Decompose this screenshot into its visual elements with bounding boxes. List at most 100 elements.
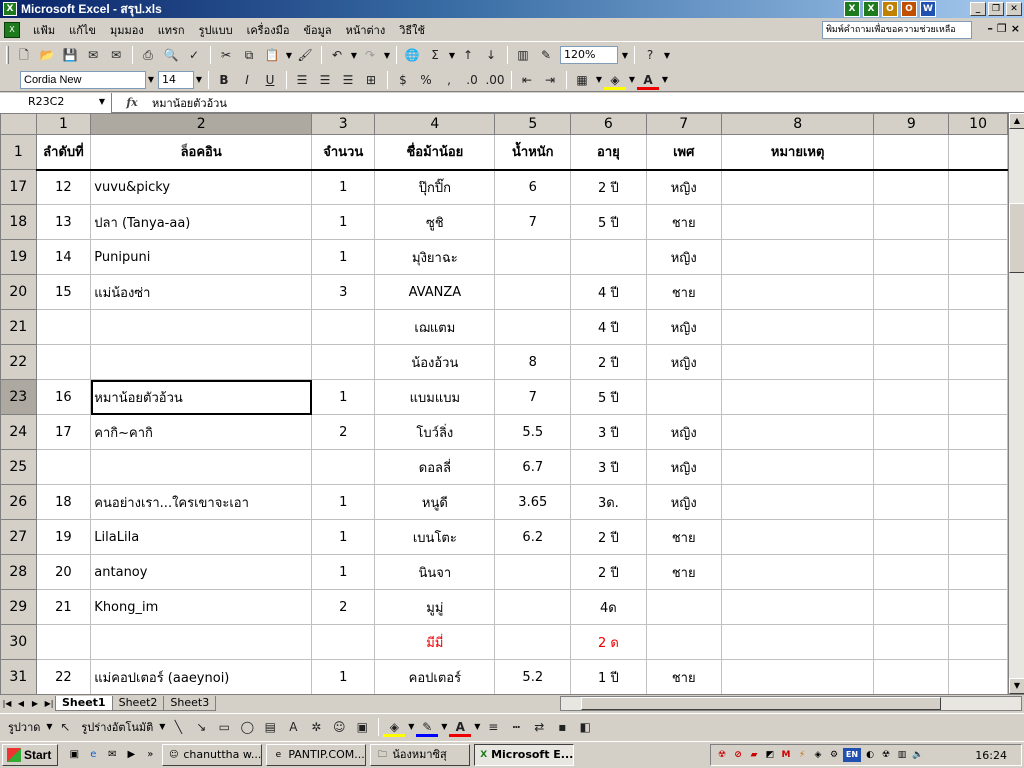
arrow-style-icon[interactable]: ⇄ (528, 717, 550, 737)
oval-icon[interactable]: ◯ (236, 717, 258, 737)
menu-tools[interactable]: เครื่องมือ (240, 21, 297, 39)
cell[interactable]: Punipuni (90, 239, 313, 275)
active-cell[interactable]: หมาน้อยตัวอ้วน (90, 379, 313, 415)
cell[interactable] (494, 274, 572, 310)
cell[interactable] (90, 309, 313, 345)
taskbar-button-pantip[interactable]: e PANTIP.COM... (266, 744, 367, 766)
tray-app-icon[interactable]: ◩ (763, 748, 777, 762)
align-right-icon[interactable]: ☰ (337, 70, 359, 90)
row-header[interactable]: 24 (0, 414, 37, 450)
print-icon[interactable]: ⎙ (137, 45, 159, 65)
vertical-scroll-thumb[interactable] (1009, 203, 1024, 273)
line-style-icon[interactable]: ≡ (482, 717, 504, 737)
horizontal-scrollbar[interactable] (560, 696, 1022, 711)
cell[interactable]: 6.7 (494, 449, 572, 485)
cell[interactable] (720, 484, 875, 520)
cell[interactable]: 4ด (570, 589, 647, 625)
cell[interactable]: vuvu&picky (90, 169, 313, 205)
cell[interactable] (948, 344, 1008, 380)
column-title-cell[interactable]: จำนวน (311, 134, 376, 171)
cell[interactable] (873, 624, 950, 660)
cell[interactable]: 5.5 (494, 414, 572, 450)
cut-icon[interactable]: ✂ (215, 45, 237, 65)
cell[interactable] (720, 659, 875, 694)
italic-icon[interactable]: I (236, 70, 258, 90)
cell[interactable] (873, 589, 950, 625)
cell[interactable]: 1 ปี (570, 659, 647, 694)
font-size-dropdown-icon[interactable]: ▼ (194, 75, 204, 84)
cell[interactable] (873, 449, 950, 485)
cell[interactable]: น้องอ้วน (374, 344, 496, 380)
cell[interactable]: 3 (311, 274, 376, 310)
column-header[interactable]: 7 (645, 113, 722, 135)
help-dropdown-icon[interactable]: ▼ (662, 51, 672, 60)
column-title-cell[interactable]: หมายเหตุ (720, 134, 875, 171)
cell[interactable]: 13 (35, 204, 92, 240)
hyperlink-icon[interactable]: 🌐 (401, 45, 423, 65)
column-header[interactable]: 10 (948, 113, 1008, 135)
redo-icon[interactable]: ↷ (359, 45, 381, 65)
currency-icon[interactable]: $ (392, 70, 414, 90)
cell[interactable]: 2 ปี (570, 519, 647, 555)
cell[interactable]: ชาย (645, 659, 722, 694)
fill-color-draw-icon[interactable]: ◈ (383, 717, 406, 737)
cell[interactable]: 3 ปี (570, 414, 647, 450)
cell[interactable] (873, 379, 950, 415)
cell[interactable] (948, 309, 1008, 345)
tab-sheet3[interactable]: Sheet3 (163, 695, 217, 711)
autosum-dropdown-icon[interactable]: ▼ (447, 51, 457, 60)
cell[interactable]: 7 (494, 204, 572, 240)
save-icon[interactable]: 💾 (59, 45, 81, 65)
redo-dropdown-icon[interactable]: ▼ (382, 51, 392, 60)
font-color-icon[interactable]: A (637, 70, 659, 90)
sort-descending-icon[interactable]: ↓ (480, 45, 502, 65)
cell[interactable] (645, 589, 722, 625)
cell[interactable] (90, 449, 313, 485)
arrow-icon[interactable]: ↘ (190, 717, 212, 737)
cell[interactable]: antanoy (90, 554, 313, 590)
tray-app-icon[interactable]: ⚡ (795, 748, 809, 762)
merge-center-icon[interactable]: ⊞ (360, 70, 382, 90)
cell[interactable]: 1 (311, 204, 376, 240)
underline-icon[interactable]: U (259, 70, 281, 90)
cell[interactable] (948, 449, 1008, 485)
workbook-restore-button[interactable]: ❐ (997, 22, 1007, 35)
cell[interactable]: 18 (35, 484, 92, 520)
cell[interactable] (720, 449, 875, 485)
cell[interactable] (948, 484, 1008, 520)
row-header[interactable]: 25 (0, 449, 37, 485)
column-header[interactable]: 9 (873, 113, 950, 135)
menu-edit[interactable]: แก้ไข (62, 21, 103, 39)
cell[interactable]: มีมี่ (374, 624, 496, 660)
scroll-up-icon[interactable]: ▲ (1009, 113, 1024, 129)
cell[interactable] (873, 309, 950, 345)
column-title-cell[interactable]: อายุ (570, 134, 647, 171)
language-indicator[interactable]: EN (843, 748, 861, 762)
cell[interactable] (90, 344, 313, 380)
cell[interactable]: 2 ปี (570, 554, 647, 590)
drawing-icon[interactable]: ✎ (535, 45, 557, 65)
tab-sheet1[interactable]: Sheet1 (55, 695, 113, 711)
cell[interactable]: เฌแตม (374, 309, 496, 345)
cell[interactable]: 3 ปี (570, 449, 647, 485)
tray-app-icon[interactable]: ⚙ (827, 748, 841, 762)
cell[interactable] (494, 239, 572, 275)
cell[interactable]: 5.2 (494, 659, 572, 694)
line-color-dropdown-icon[interactable]: ▼ (439, 722, 449, 731)
taskbar-button-folder[interactable]: 🗀 น้องหมาซิสุ (370, 744, 471, 766)
column-title-cell[interactable]: น้ำหนัก (494, 134, 572, 171)
cell[interactable]: แม่น้องซ่า (90, 274, 313, 310)
name-box[interactable]: R23C2 ▼ (0, 92, 112, 113)
cell[interactable]: 1 (311, 519, 376, 555)
menu-data[interactable]: ข้อมูล (296, 21, 338, 39)
cell[interactable] (720, 169, 875, 205)
cell[interactable] (873, 659, 950, 694)
shadow-style-icon[interactable]: ▪ (551, 717, 573, 737)
cell[interactable] (494, 589, 572, 625)
zoom-dropdown-icon[interactable]: ▼ (620, 51, 630, 60)
cell[interactable] (720, 589, 875, 625)
increase-decimal-icon[interactable]: .0 (461, 70, 483, 90)
cell[interactable] (645, 379, 722, 415)
cell[interactable]: LilaLila (90, 519, 313, 555)
select-all-corner[interactable] (0, 113, 37, 135)
